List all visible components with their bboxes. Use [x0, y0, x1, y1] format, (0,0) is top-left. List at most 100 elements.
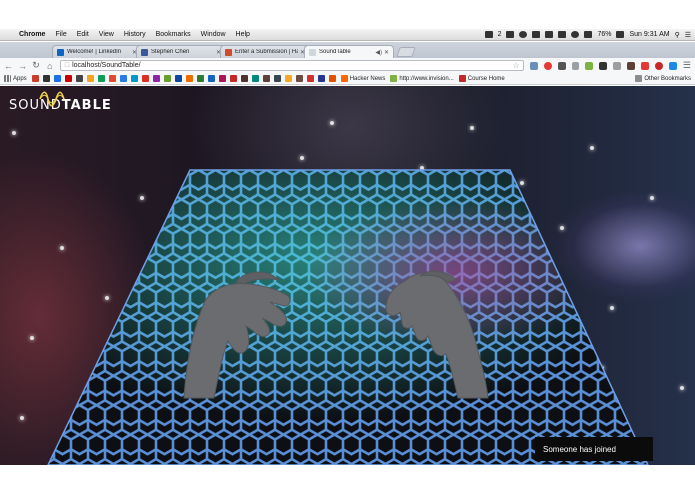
extension-icon[interactable] [599, 61, 608, 70]
extension-icon[interactable] [585, 61, 594, 70]
tab-strip: Welcome! | LinkedIn ✕ Stephen Chen ✕ Ent… [0, 42, 695, 58]
menu-bookmarks[interactable]: Bookmarks [151, 31, 196, 38]
bookmark-favicon-icon[interactable] [141, 75, 149, 82]
bookmark-favicon-icon[interactable] [251, 75, 259, 82]
menu-history[interactable]: History [119, 31, 151, 38]
menu-window[interactable]: Window [196, 31, 231, 38]
home-icon[interactable]: ⌂ [46, 61, 54, 71]
speaker-icon[interactable]: ◀) [375, 49, 382, 56]
notification-text: Someone has joined [543, 444, 616, 454]
soundtable-canvas[interactable]: SOUNDTABLE Someone has joined [0, 86, 695, 465]
mail-icon[interactable] [506, 31, 515, 38]
address-bar[interactable]: □ localhost/SoundTable/ ☆ [59, 60, 524, 71]
extension-icon[interactable] [557, 61, 566, 70]
spotlight-icon[interactable]: ⚲ [675, 31, 680, 39]
course-home-icon [458, 75, 466, 82]
bookmark-course-home[interactable]: Course Home [458, 75, 505, 82]
table-surface[interactable] [47, 169, 649, 465]
tab-soundtable[interactable]: SoundTable ◀) ✕ [304, 45, 394, 58]
bookmark-favicon-icon[interactable] [284, 75, 292, 82]
extension-icon[interactable] [529, 61, 538, 70]
extension-icon[interactable] [543, 61, 552, 70]
join-notification: Someone has joined [535, 437, 653, 461]
forward-icon[interactable]: → [18, 61, 27, 71]
sound-wave-icon [39, 91, 65, 107]
apps-shortcut[interactable]: Apps [4, 75, 27, 82]
extension-icon[interactable] [571, 61, 580, 70]
menu-file[interactable]: File [50, 31, 71, 38]
extension-icon[interactable] [641, 61, 650, 70]
bookmark-label: http://www.invision... [399, 75, 454, 82]
sound-table-scene[interactable] [0, 86, 695, 465]
bookmark-hacker-news[interactable]: Hacker News [340, 75, 385, 82]
dropbox-icon[interactable] [519, 31, 528, 38]
menu-view[interactable]: View [94, 31, 119, 38]
tab-title: Welcome! | LinkedIn [67, 49, 122, 55]
bookmark-favicon-icon[interactable] [119, 75, 127, 82]
notification-center-icon[interactable]: ☰ [685, 31, 691, 39]
tab-title: Stephen Chen [151, 49, 190, 55]
skype-icon[interactable] [545, 31, 554, 38]
back-icon[interactable]: ← [4, 61, 13, 71]
bookmark-favicon-icon[interactable] [108, 75, 116, 82]
bookmark-favicon-icon[interactable] [295, 75, 303, 82]
bluetooth-icon[interactable] [558, 31, 567, 38]
menu-icon[interactable]: ☰ [683, 60, 691, 71]
invision-icon [390, 75, 398, 82]
close-icon[interactable]: ✕ [384, 49, 389, 56]
bookmarks-bar: Apps Hacker News http://www.invision... … [0, 73, 695, 85]
drive-icon[interactable] [532, 31, 541, 38]
bookmark-favicon-icon[interactable] [317, 75, 325, 82]
bookmark-favicon-icon[interactable] [207, 75, 215, 82]
bookmark-favicon-icon[interactable] [31, 75, 39, 82]
bookmark-favicon-icon[interactable] [273, 75, 281, 82]
bookmark-favicon-icon[interactable] [185, 75, 193, 82]
bookmark-favicon-icon[interactable] [163, 75, 171, 82]
bookmark-favicon-icon[interactable] [130, 75, 138, 82]
other-bookmarks-label: Other Bookmarks [644, 75, 691, 82]
other-bookmarks[interactable]: Other Bookmarks [635, 75, 695, 82]
menu-help[interactable]: Help [231, 31, 255, 38]
tab-stephen-chen[interactable]: Stephen Chen ✕ [136, 45, 226, 58]
bookmark-favicon-icon[interactable] [42, 75, 50, 82]
bookmark-favicon-icon[interactable] [218, 75, 226, 82]
bookmark-favicon-icon[interactable] [53, 75, 61, 82]
bell-icon[interactable] [484, 31, 493, 38]
menu-clock[interactable]: Sun 9:31 AM [629, 31, 669, 38]
wifi-icon[interactable] [571, 31, 580, 38]
address-url: localhost/SoundTable/ [72, 62, 141, 69]
bookmark-star-icon[interactable]: ☆ [513, 61, 520, 71]
hacker-news-icon [340, 75, 348, 82]
bookmark-favicon-icon[interactable] [328, 75, 336, 82]
extension-icon[interactable] [655, 61, 663, 70]
bookmark-favicon-icon[interactable] [262, 75, 270, 82]
bookmark-favicon-icon[interactable] [75, 75, 83, 82]
hackathon-icon [225, 48, 232, 56]
bookmark-favicon-icon[interactable] [64, 75, 72, 82]
bookmark-favicon-icon[interactable] [240, 75, 248, 82]
new-tab-button[interactable] [396, 47, 416, 57]
extension-icon[interactable] [613, 61, 622, 70]
bookmark-invision[interactable]: http://www.invision... [390, 75, 454, 82]
tab-linkedin[interactable]: Welcome! | LinkedIn ✕ [52, 45, 142, 58]
mac-menu-bar: Chrome File Edit View History Bookmarks … [0, 29, 695, 41]
battery-icon[interactable] [616, 31, 625, 38]
apps-label: Apps [13, 75, 27, 82]
bookmark-favicon-icon[interactable] [229, 75, 237, 82]
bookmark-favicon-icon[interactable] [152, 75, 160, 82]
bookmark-favicon-icon[interactable] [196, 75, 204, 82]
battery-percent[interactable]: 76% [597, 31, 611, 38]
menu-edit[interactable]: Edit [72, 31, 94, 38]
menu-app-name[interactable]: Chrome [14, 31, 50, 38]
bookmark-favicon-icon[interactable] [97, 75, 105, 82]
bookmark-favicon-icon[interactable] [306, 75, 314, 82]
extension-icon[interactable] [627, 61, 636, 70]
page-icon: □ [64, 62, 70, 69]
volume-icon[interactable] [584, 31, 593, 38]
reload-icon[interactable]: ↻ [32, 60, 40, 71]
bookmark-favicon-icon[interactable] [174, 75, 182, 82]
tab-enter-submission[interactable]: Enter a Submission | Hack ✕ [220, 45, 310, 58]
bookmark-favicon-icon[interactable] [86, 75, 94, 82]
extension-icon[interactable] [668, 61, 677, 70]
page-icon [309, 48, 316, 56]
